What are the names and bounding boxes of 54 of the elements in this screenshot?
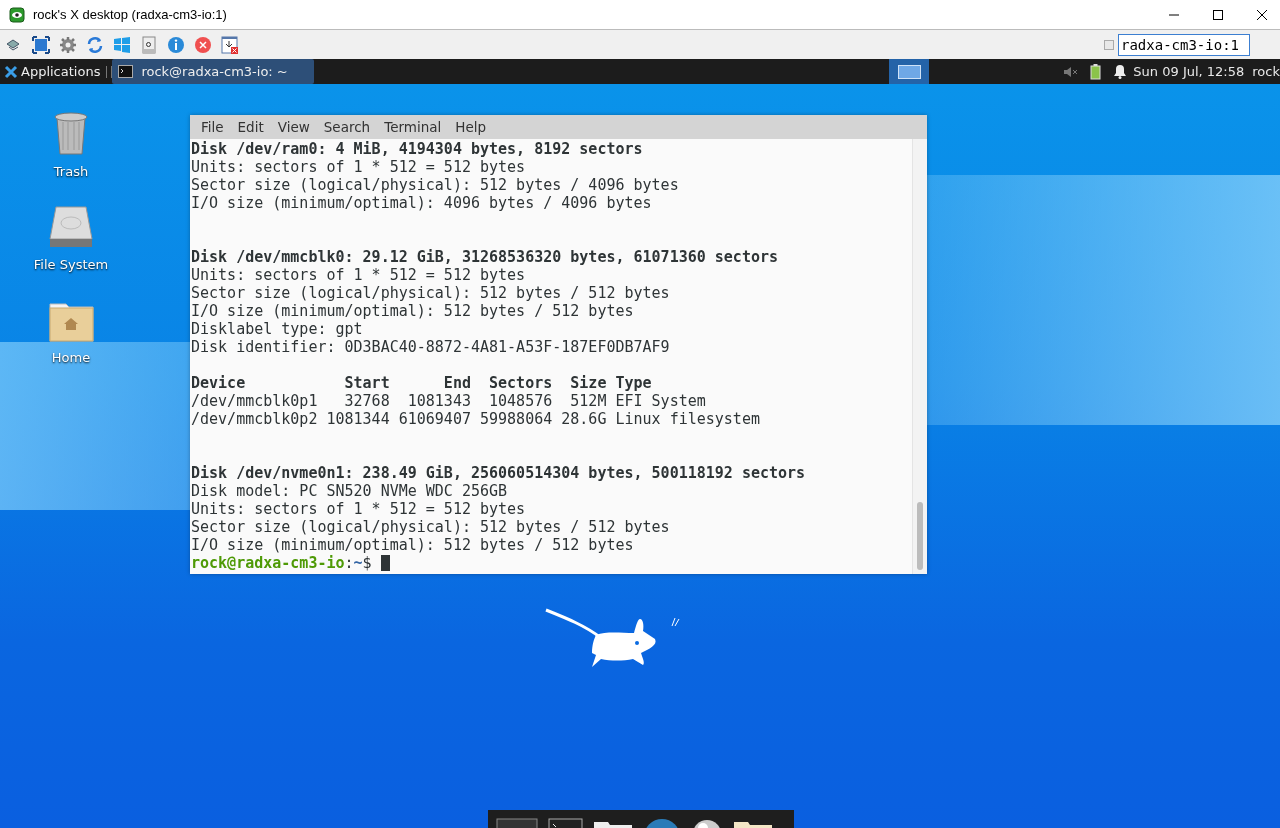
- menu-item[interactable]: Help: [449, 119, 493, 135]
- menu-item[interactable]: View: [271, 119, 316, 135]
- checkbox-icon: [1104, 39, 1114, 50]
- menu-item[interactable]: Search: [317, 119, 377, 135]
- terminal-output-line: Disk /dev/nvme0n1: 238.49 GiB, 256060514304 bytes, 500118192 sectors: [191, 464, 807, 482]
- user-name[interactable]: rock: [1252, 64, 1280, 79]
- battery-icon[interactable]: [1090, 63, 1102, 80]
- menu-item[interactable]: Terminal: [378, 119, 448, 135]
- close-icon[interactable]: [1256, 8, 1268, 21]
- host-field[interactable]: radxa-cm3-io:1: [1118, 33, 1250, 56]
- trash-can-icon: [53, 110, 89, 156]
- terminal-output-line: /dev/mmcblk0p1 32768 1081343 1048576 512M EFI System: [191, 392, 707, 410]
- window-title: rock's X desktop (radxa-cm3-io:1): [33, 7, 227, 22]
- menu-item[interactable]: File: [195, 119, 230, 135]
- terminal-output-line: Disk identifier: 0D3BAC40-8872-4A81-A53F-187EF0DB7AF9: [191, 338, 671, 356]
- terminal-output-line: Sector size (logical/physical): 512 bytes / 512 bytes: [191, 518, 671, 536]
- app-icon: [9, 6, 25, 23]
- settings-icon[interactable]: [59, 35, 77, 54]
- terminal-output-line: Disk model: PC SN520 NVMe WDC 256GB: [191, 482, 509, 500]
- window-thumbnail-icon: [897, 64, 921, 79]
- refresh-icon[interactable]: [86, 35, 104, 54]
- terminal-icon: [118, 65, 134, 78]
- file-transfer-icon[interactable]: [221, 35, 239, 54]
- taskbar-window-button[interactable]: rock@radxa-cm3-io: ~: [112, 59, 314, 84]
- terminal-output-line: /dev/mmcblk0p2 1081344 61069407 59988064 28.6G Linux filesystem: [191, 410, 761, 428]
- terminal-output-line: I/O size (minimum/optimal): 512 bytes / 512 bytes: [191, 302, 635, 320]
- terminal-output-line: Sector size (logical/physical): 512 bytes / 512 bytes: [191, 284, 671, 302]
- shell-prompt: rock@radxa-cm3-io:~$: [191, 554, 372, 572]
- terminal-output-line: Units: sectors of 1 * 512 = 512 bytes: [191, 266, 527, 284]
- muted-speaker-icon[interactable]: [1063, 64, 1079, 79]
- keyboard-key-icon[interactable]: [140, 35, 158, 54]
- notification-bell-icon[interactable]: [1113, 64, 1128, 79]
- terminal-output-line: I/O size (minimum/optimal): 512 bytes / 512 bytes: [191, 536, 635, 554]
- menu-item[interactable]: Edit: [231, 119, 270, 135]
- text-cursor: [380, 555, 390, 571]
- terminal-output-line: Disklabel type: gpt: [191, 320, 364, 338]
- clock[interactable]: Sun 09 Jul, 12:58: [1133, 64, 1245, 79]
- terminal-output-line: Units: sectors of 1 * 512 = 512 bytes: [191, 500, 527, 518]
- windows-logo-icon[interactable]: [113, 35, 131, 54]
- terminal-output-line: Device Start End Sectors Size Type: [191, 374, 653, 392]
- fullscreen-icon[interactable]: [32, 35, 50, 54]
- workspace-switcher[interactable]: [889, 59, 930, 84]
- terminal-output-line: Disk /dev/ram0: 4 MiB, 4194304 bytes, 8192 sectors: [191, 140, 644, 158]
- maximize-icon[interactable]: [1212, 8, 1224, 21]
- terminal-output-line: Disk /dev/mmcblk0: 29.12 GiB, 31268536320 bytes, 61071360 sectors: [191, 248, 779, 266]
- xfce-logo-icon: [4, 64, 18, 79]
- hard-drive-icon: [48, 205, 94, 249]
- info-icon[interactable]: [167, 35, 185, 54]
- scrollbar-thumb[interactable]: [917, 502, 923, 570]
- scrollbar[interactable]: [912, 139, 927, 574]
- terminal-output-line: Units: sectors of 1 * 512 = 512 bytes: [191, 158, 527, 176]
- applications-menu[interactable]: Applications: [0, 59, 105, 84]
- terminal-output-line: I/O size (minimum/optimal): 4096 bytes / 4096 bytes: [191, 194, 653, 212]
- terminal-output-line: Sector size (logical/physical): 512 bytes / 4096 bytes: [191, 176, 680, 194]
